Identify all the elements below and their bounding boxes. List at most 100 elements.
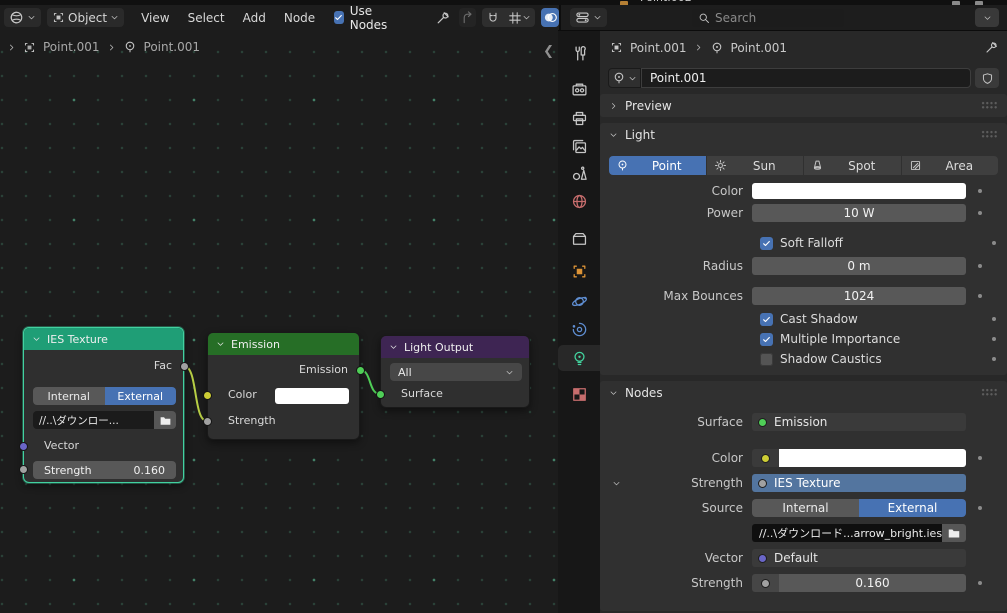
file-path-text[interactable]: //..\ダウンロー... — [33, 411, 154, 429]
fake-user-shield-button[interactable] — [975, 68, 999, 88]
panel-nodes-header[interactable]: Nodes — [600, 381, 1007, 404]
strength-value-slider[interactable]: 0.160 — [779, 574, 966, 592]
panel-grip-handle[interactable] — [981, 101, 998, 110]
properties-search[interactable] — [692, 9, 844, 27]
radius-field[interactable]: 0 m — [752, 257, 966, 275]
socket-strength-input[interactable] — [203, 417, 212, 426]
light-type-spot[interactable]: Spot — [804, 156, 901, 175]
go-back-parent-node-icon[interactable] — [459, 8, 477, 27]
animate-dot[interactable] — [992, 317, 996, 321]
power-field[interactable]: 10 W — [752, 204, 966, 222]
socket-ies-strength-input[interactable] — [19, 465, 28, 474]
socket-fac-output[interactable] — [180, 362, 189, 371]
breadcrumb-object-name[interactable]: Point.001 — [630, 41, 687, 55]
overlay-toggle-icon[interactable] — [541, 8, 559, 27]
node-header[interactable]: Light Output — [381, 336, 529, 358]
surface-node-field[interactable]: Emission — [752, 413, 966, 431]
tab-collection[interactable] — [558, 225, 600, 251]
shadow-caustics-checkbox[interactable] — [760, 353, 773, 366]
id-name-field[interactable]: Point.001 — [641, 68, 971, 88]
collapse-chevron-icon[interactable] — [389, 343, 398, 352]
open-file-button[interactable] — [154, 411, 176, 429]
tab-physics[interactable] — [558, 288, 600, 314]
socket-surface-input[interactable] — [376, 390, 385, 399]
animate-dot[interactable] — [978, 581, 982, 585]
collapse-chevron-icon[interactable] — [32, 335, 41, 344]
animate-dot[interactable] — [992, 337, 996, 341]
node-emission[interactable]: Emission Emission Color Strength — [207, 332, 360, 440]
search-input[interactable] — [715, 11, 825, 25]
editor-type-dropdown[interactable] — [4, 8, 41, 27]
properties-editor-type-dropdown[interactable] — [570, 8, 607, 27]
animate-dot[interactable] — [992, 241, 996, 245]
tab-scene[interactable] — [558, 160, 600, 186]
animate-dot[interactable] — [978, 264, 982, 268]
light-type-point[interactable]: Point — [609, 156, 706, 175]
snap-magnet-icon[interactable] — [482, 8, 504, 27]
strength-label: Strength — [602, 476, 752, 490]
node-light-output[interactable]: Light Output All Surface — [380, 335, 530, 408]
animate-dot[interactable] — [978, 189, 982, 193]
open-file-button[interactable] — [942, 524, 966, 542]
strength-node-field[interactable]: IES Texture — [752, 474, 966, 492]
menu-view[interactable]: View — [132, 11, 178, 25]
menu-node[interactable]: Node — [275, 11, 324, 25]
panel-grip-handle[interactable] — [981, 388, 998, 397]
tab-output[interactable] — [558, 105, 600, 131]
animate-dot[interactable] — [978, 211, 982, 215]
use-nodes-checkbox[interactable] — [334, 11, 344, 24]
strength-slider[interactable]: Strength 0.160 — [33, 461, 176, 479]
socket-color-input[interactable] — [203, 391, 212, 400]
region-collapse-arrow[interactable]: ❮ — [543, 44, 554, 59]
tab-constraints[interactable] — [558, 316, 600, 342]
animate-dot[interactable] — [992, 357, 996, 361]
external-button[interactable]: External — [105, 387, 177, 405]
light-type-area[interactable]: Area — [902, 156, 999, 175]
node-color-swatch[interactable] — [779, 449, 966, 467]
vector-node-field[interactable]: Default — [752, 549, 966, 567]
soft-falloff-checkbox[interactable] — [760, 237, 773, 250]
shader-type-dropdown[interactable]: Object — [47, 8, 124, 27]
multiple-importance-checkbox[interactable] — [760, 333, 773, 346]
snap-grid-dropdown[interactable] — [504, 8, 535, 27]
tab-world[interactable] — [558, 188, 600, 214]
internal-button[interactable]: Internal — [33, 387, 105, 405]
pin-icon[interactable] — [984, 40, 999, 55]
animate-dot[interactable] — [978, 506, 982, 510]
panel-preview-header[interactable]: Preview — [600, 94, 1007, 117]
output-target-dropdown[interactable]: All — [390, 363, 522, 381]
tab-object-data-active[interactable] — [558, 345, 600, 371]
tab-object[interactable] — [558, 258, 600, 284]
menu-select[interactable]: Select — [179, 11, 234, 25]
emission-color-swatch[interactable] — [275, 388, 349, 404]
menu-add[interactable]: Add — [234, 11, 275, 25]
shader-node-editor[interactable]: Point.001 Point.001 ❮ IES Texture Fac — [0, 30, 558, 613]
properties-options-dropdown[interactable] — [975, 8, 999, 27]
file-path-text[interactable]: //..\ダウンロード...arrow_bright.ies — [752, 524, 942, 542]
tab-view-layer[interactable] — [558, 133, 600, 159]
node-header[interactable]: Emission — [208, 333, 359, 355]
node-ies-texture[interactable]: IES Texture Fac Internal External //..\ダ… — [23, 327, 184, 483]
tab-render[interactable] — [558, 76, 600, 102]
collapse-chevron-icon[interactable] — [216, 340, 225, 349]
panel-grip-handle[interactable] — [981, 130, 998, 139]
cast-shadow-checkbox[interactable] — [760, 313, 773, 326]
node-header[interactable]: IES Texture — [24, 328, 183, 350]
tab-texture[interactable] — [558, 381, 600, 407]
source-internal-button[interactable]: Internal — [752, 499, 859, 517]
socket-emission-output[interactable] — [356, 366, 365, 375]
breadcrumb-data-name[interactable]: Point.001 — [731, 41, 788, 55]
id-type-dropdown[interactable] — [608, 68, 641, 88]
light-type-sun[interactable]: Sun — [707, 156, 804, 175]
source-external-button[interactable]: External — [859, 499, 966, 517]
max-bounces-field[interactable]: 1024 — [752, 287, 966, 305]
light-color-swatch[interactable] — [752, 183, 966, 199]
animate-dot[interactable] — [978, 294, 982, 298]
tab-tool[interactable] — [558, 40, 600, 66]
pin-icon[interactable] — [435, 10, 451, 26]
animate-dot[interactable] — [978, 456, 982, 460]
expand-chevron-icon[interactable] — [612, 479, 621, 488]
panel-light-header[interactable]: Light — [600, 123, 1007, 146]
vector-value: Default — [774, 551, 818, 565]
socket-vector-input[interactable] — [19, 442, 28, 451]
